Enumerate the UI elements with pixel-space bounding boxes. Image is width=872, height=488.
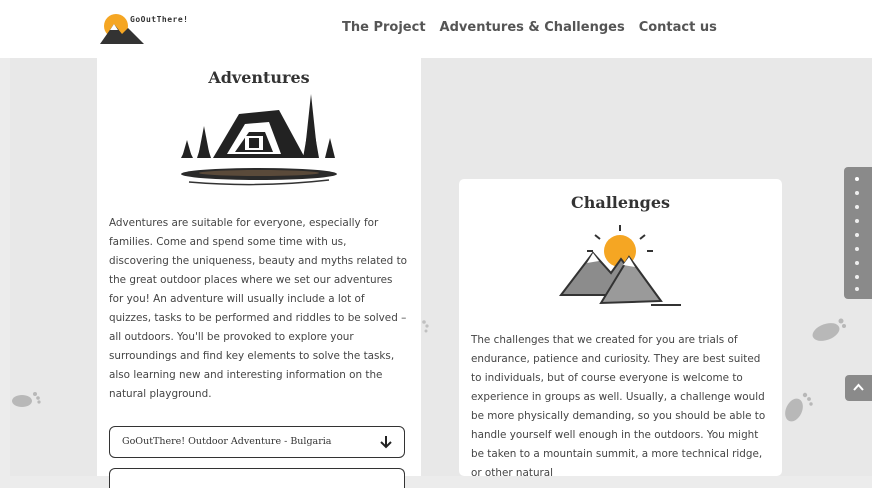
- logo-text: GoOutThere!: [130, 15, 189, 24]
- nav-adventures-challenges[interactable]: Adventures & Challenges: [440, 20, 625, 35]
- adventures-title: Adventures: [208, 68, 310, 87]
- section-dot-nav: [844, 167, 872, 299]
- challenges-description: The challenges that we created for you a…: [471, 334, 766, 479]
- mountain-sunrise-icon: [558, 225, 681, 306]
- adventure-select-dropdown[interactable]: GoOutThere! Outdoor Adventure - Bulgaria: [109, 426, 405, 458]
- arrow-down-icon: [380, 436, 392, 449]
- nav-contact-us[interactable]: Contact us: [639, 20, 717, 35]
- footprint-icon: [12, 392, 41, 407]
- dot-nav-item[interactable]: [855, 219, 859, 223]
- footprint-icon: [785, 392, 813, 422]
- dot-nav-item[interactable]: [855, 261, 859, 265]
- second-dropdown[interactable]: [109, 468, 405, 488]
- dropdown-label: GoOutThere! Outdoor Adventure - Bulgaria: [122, 436, 332, 447]
- challenges-title: Challenges: [570, 193, 671, 212]
- footprint-icon: [812, 318, 846, 341]
- camping-tent-icon: [181, 94, 337, 186]
- dot-nav-item[interactable]: [855, 233, 859, 237]
- nav-the-project[interactable]: The Project: [342, 20, 426, 35]
- dot-nav-item[interactable]: [855, 205, 859, 209]
- dot-nav-item[interactable]: [855, 177, 859, 181]
- dot-nav-item[interactable]: [855, 287, 859, 291]
- logo[interactable]: GoOutThere!: [98, 10, 228, 46]
- scroll-to-top-button[interactable]: [845, 375, 872, 401]
- chevron-up-icon: [853, 383, 864, 391]
- adventures-description: Adventures are suitable for everyone, es…: [109, 217, 407, 400]
- challenges-card: Challenges The challenges that we create…: [459, 179, 782, 479]
- main-nav: The Project Adventures & Challenges Cont…: [342, 20, 731, 35]
- dot-nav-item[interactable]: [855, 191, 859, 195]
- adventures-card: Adventures Adventures are suitable for e…: [97, 58, 421, 488]
- site-header: GoOutThere! The Project Adventures & Cha…: [0, 0, 872, 58]
- dot-nav-item[interactable]: [855, 275, 859, 279]
- dot-nav-item[interactable]: [855, 247, 859, 251]
